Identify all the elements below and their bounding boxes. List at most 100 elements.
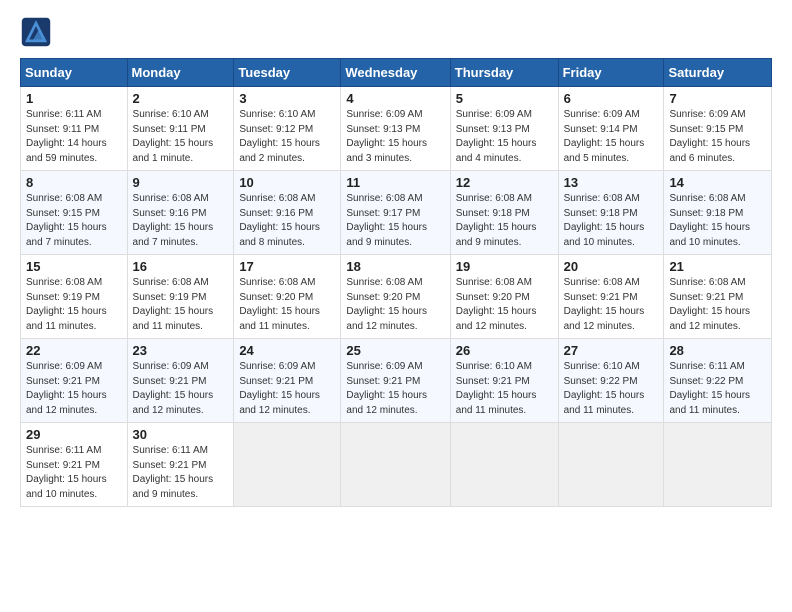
header (20, 16, 772, 48)
day-info: Sunrise: 6:10 AMSunset: 9:22 PMDaylight:… (564, 360, 659, 418)
day-number: 3 (239, 91, 335, 106)
day-info: Sunrise: 6:08 AMSunset: 9:17 PMDaylight:… (346, 192, 444, 250)
calendar-cell: 7 Sunrise: 6:09 AMSunset: 9:15 PMDaylight… (664, 87, 772, 171)
calendar-cell: 26 Sunrise: 6:10 AMSunset: 9:21 PMDayligh… (450, 339, 558, 423)
day-info: Sunrise: 6:09 AMSunset: 9:13 PMDaylight:… (346, 108, 444, 166)
calendar-cell: 25 Sunrise: 6:09 AMSunset: 9:21 PMDayligh… (341, 339, 450, 423)
day-info: Sunrise: 6:08 AMSunset: 9:16 PMDaylight:… (239, 192, 335, 250)
calendar-cell: 29 Sunrise: 6:11 AMSunset: 9:21 PMDayligh… (21, 423, 128, 507)
day-info: Sunrise: 6:08 AMSunset: 9:18 PMDaylight:… (564, 192, 659, 250)
calendar-cell: 3 Sunrise: 6:10 AMSunset: 9:12 PMDaylight… (234, 87, 341, 171)
day-info: Sunrise: 6:11 AMSunset: 9:11 PMDaylight:… (26, 108, 122, 166)
day-number: 12 (456, 175, 553, 190)
calendar-cell: 30 Sunrise: 6:11 AMSunset: 9:21 PMDayligh… (127, 423, 234, 507)
day-number: 20 (564, 259, 659, 274)
day-info: Sunrise: 6:09 AMSunset: 9:21 PMDaylight:… (239, 360, 335, 418)
calendar-cell: 24 Sunrise: 6:09 AMSunset: 9:21 PMDayligh… (234, 339, 341, 423)
day-number: 16 (133, 259, 229, 274)
day-number: 10 (239, 175, 335, 190)
day-info: Sunrise: 6:09 AMSunset: 9:21 PMDaylight:… (26, 360, 122, 418)
day-number: 1 (26, 91, 122, 106)
day-number: 8 (26, 175, 122, 190)
day-number: 19 (456, 259, 553, 274)
day-number: 13 (564, 175, 659, 190)
day-info: Sunrise: 6:08 AMSunset: 9:21 PMDaylight:… (564, 276, 659, 334)
calendar-cell: 28 Sunrise: 6:11 AMSunset: 9:22 PMDayligh… (664, 339, 772, 423)
calendar-header-row: SundayMondayTuesdayWednesdayThursdayFrid… (21, 59, 772, 87)
day-number: 2 (133, 91, 229, 106)
calendar-cell: 2 Sunrise: 6:10 AMSunset: 9:11 PMDaylight… (127, 87, 234, 171)
day-info: Sunrise: 6:11 AMSunset: 9:21 PMDaylight:… (26, 444, 122, 502)
calendar-cell: 8Sunrise: 6:08 AMSunset: 9:15 PMDaylight… (21, 171, 128, 255)
day-header-monday: Monday (127, 59, 234, 87)
day-info: Sunrise: 6:08 AMSunset: 9:20 PMDaylight:… (346, 276, 444, 334)
day-number: 22 (26, 343, 122, 358)
calendar-cell: 22 Sunrise: 6:09 AMSunset: 9:21 PMDayligh… (21, 339, 128, 423)
day-number: 9 (133, 175, 229, 190)
calendar-cell: 9 Sunrise: 6:08 AMSunset: 9:16 PMDaylight… (127, 171, 234, 255)
calendar-cell: 23 Sunrise: 6:09 AMSunset: 9:21 PMDayligh… (127, 339, 234, 423)
calendar-cell: 12Sunrise: 6:08 AMSunset: 9:18 PMDayligh… (450, 171, 558, 255)
day-info: Sunrise: 6:10 AMSunset: 9:21 PMDaylight:… (456, 360, 553, 418)
calendar: SundayMondayTuesdayWednesdayThursdayFrid… (20, 58, 772, 507)
day-info: Sunrise: 6:09 AMSunset: 9:13 PMDaylight:… (456, 108, 553, 166)
day-number: 29 (26, 427, 122, 442)
day-info: Sunrise: 6:08 AMSunset: 9:16 PMDaylight:… (133, 192, 229, 250)
calendar-cell: 11 Sunrise: 6:08 AMSunset: 9:17 PMDayligh… (341, 171, 450, 255)
calendar-cell: 27Sunrise: 6:10 AMSunset: 9:22 PMDayligh… (558, 339, 664, 423)
calendar-week-5: 29 Sunrise: 6:11 AMSunset: 9:21 PMDayligh… (21, 423, 772, 507)
day-number: 5 (456, 91, 553, 106)
calendar-cell (234, 423, 341, 507)
calendar-cell: 19Sunrise: 6:08 AMSunset: 9:20 PMDayligh… (450, 255, 558, 339)
day-number: 7 (669, 91, 766, 106)
day-number: 18 (346, 259, 444, 274)
day-number: 26 (456, 343, 553, 358)
calendar-cell: 16Sunrise: 6:08 AMSunset: 9:19 PMDayligh… (127, 255, 234, 339)
day-number: 30 (133, 427, 229, 442)
calendar-cell: 17 Sunrise: 6:08 AMSunset: 9:20 PMDayligh… (234, 255, 341, 339)
day-number: 21 (669, 259, 766, 274)
day-info: Sunrise: 6:08 AMSunset: 9:21 PMDaylight:… (669, 276, 766, 334)
day-info: Sunrise: 6:08 AMSunset: 9:19 PMDaylight:… (26, 276, 122, 334)
logo (20, 16, 56, 48)
day-info: Sunrise: 6:08 AMSunset: 9:20 PMDaylight:… (239, 276, 335, 334)
day-number: 25 (346, 343, 444, 358)
day-number: 15 (26, 259, 122, 274)
calendar-cell: 13 Sunrise: 6:08 AMSunset: 9:18 PMDayligh… (558, 171, 664, 255)
day-number: 14 (669, 175, 766, 190)
calendar-week-2: 8Sunrise: 6:08 AMSunset: 9:15 PMDaylight… (21, 171, 772, 255)
day-header-thursday: Thursday (450, 59, 558, 87)
calendar-cell (664, 423, 772, 507)
calendar-cell: 14 Sunrise: 6:08 AMSunset: 9:18 PMDayligh… (664, 171, 772, 255)
calendar-cell (450, 423, 558, 507)
day-header-tuesday: Tuesday (234, 59, 341, 87)
day-header-sunday: Sunday (21, 59, 128, 87)
day-number: 4 (346, 91, 444, 106)
day-info: Sunrise: 6:10 AMSunset: 9:11 PMDaylight:… (133, 108, 229, 166)
calendar-week-3: 15 Sunrise: 6:08 AMSunset: 9:19 PMDayligh… (21, 255, 772, 339)
day-info: Sunrise: 6:09 AMSunset: 9:21 PMDaylight:… (133, 360, 229, 418)
day-info: Sunrise: 6:11 AMSunset: 9:21 PMDaylight:… (133, 444, 229, 502)
calendar-week-1: 1 Sunrise: 6:11 AMSunset: 9:11 PMDaylight… (21, 87, 772, 171)
calendar-cell: 1 Sunrise: 6:11 AMSunset: 9:11 PMDaylight… (21, 87, 128, 171)
day-number: 28 (669, 343, 766, 358)
page: SundayMondayTuesdayWednesdayThursdayFrid… (0, 0, 792, 612)
day-info: Sunrise: 6:09 AMSunset: 9:21 PMDaylight:… (346, 360, 444, 418)
day-number: 11 (346, 175, 444, 190)
day-info: Sunrise: 6:08 AMSunset: 9:18 PMDaylight:… (669, 192, 766, 250)
calendar-cell: 5 Sunrise: 6:09 AMSunset: 9:13 PMDaylight… (450, 87, 558, 171)
day-info: Sunrise: 6:09 AMSunset: 9:15 PMDaylight:… (669, 108, 766, 166)
calendar-cell: 15 Sunrise: 6:08 AMSunset: 9:19 PMDayligh… (21, 255, 128, 339)
calendar-cell: 18 Sunrise: 6:08 AMSunset: 9:20 PMDayligh… (341, 255, 450, 339)
day-number: 17 (239, 259, 335, 274)
day-number: 24 (239, 343, 335, 358)
day-info: Sunrise: 6:10 AMSunset: 9:12 PMDaylight:… (239, 108, 335, 166)
calendar-cell: 4 Sunrise: 6:09 AMSunset: 9:13 PMDaylight… (341, 87, 450, 171)
day-number: 6 (564, 91, 659, 106)
day-number: 23 (133, 343, 229, 358)
day-info: Sunrise: 6:11 AMSunset: 9:22 PMDaylight:… (669, 360, 766, 418)
calendar-cell: 21 Sunrise: 6:08 AMSunset: 9:21 PMDayligh… (664, 255, 772, 339)
calendar-cell: 10 Sunrise: 6:08 AMSunset: 9:16 PMDayligh… (234, 171, 341, 255)
calendar-cell (558, 423, 664, 507)
logo-icon (20, 16, 52, 48)
